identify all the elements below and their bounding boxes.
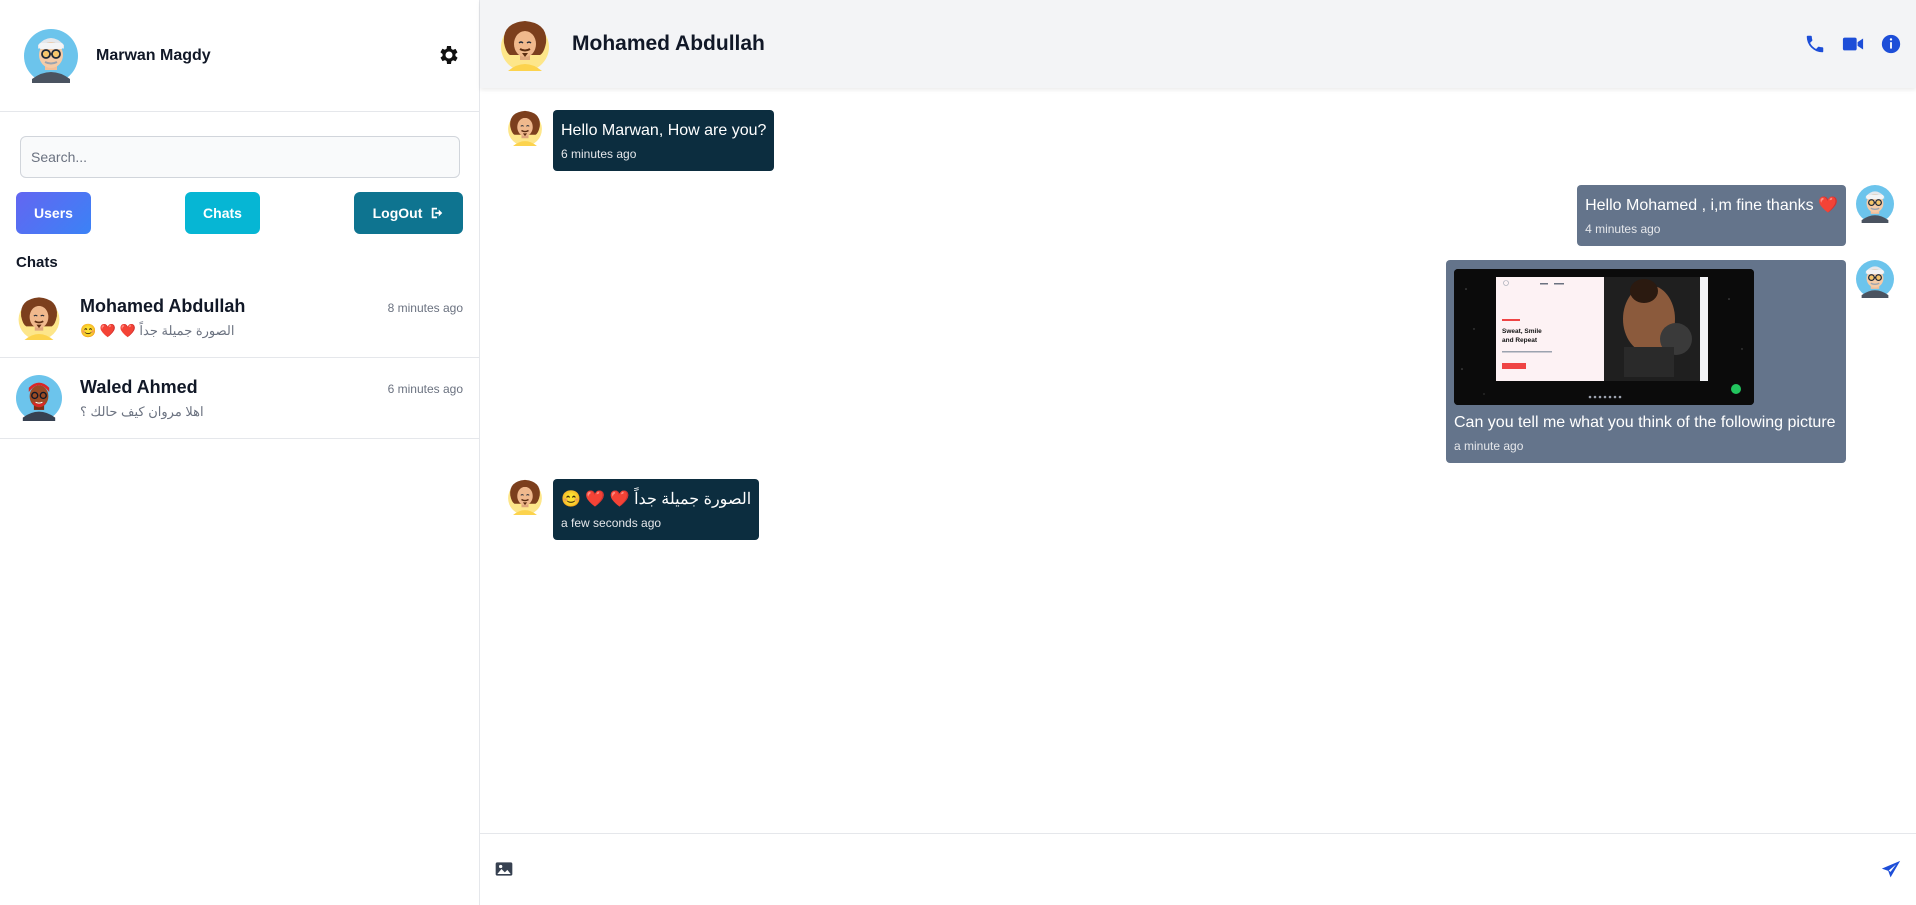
message-text: Hello Mohamed , i,m fine thanks ❤️	[1585, 197, 1838, 214]
contact-name: Mohamed Abdullah	[572, 32, 765, 55]
message-incoming: Hello Marwan, How are you? 6 minutes ago	[506, 108, 1894, 171]
gear-icon[interactable]	[437, 43, 463, 69]
sender-avatar	[506, 108, 544, 146]
message-bubble: Hello Marwan, How are you? 6 minutes ago	[553, 110, 775, 171]
chat-last-message: الصورة جميلة جداً ❤️ ❤️ 😊	[80, 322, 235, 338]
image-heading-line2: and Repeat	[1502, 337, 1538, 344]
message-outgoing: Hello Mohamed , i,m fine thanks ❤️ 4 min…	[506, 185, 1894, 246]
search-wrapper	[0, 112, 479, 192]
users-button[interactable]: Users	[16, 192, 91, 234]
search-input[interactable]	[20, 136, 460, 178]
chat-time: 8 minutes ago	[387, 300, 463, 315]
image-heading-line1: Sweat, Smile	[1502, 328, 1542, 335]
chat-info: Waled Ahmed 6 minutes ago اهلا مروان كيف…	[80, 377, 463, 420]
sender-avatar	[1856, 185, 1894, 223]
current-user-profile: Marwan Magdy	[0, 0, 479, 112]
chat-list-item[interactable]: Waled Ahmed 6 minutes ago اهلا مروان كيف…	[0, 358, 479, 439]
conversation-header: Mohamed Abdullah	[480, 0, 1916, 88]
chats-button[interactable]: Chats	[185, 192, 260, 234]
message-time: 6 minutes ago	[561, 147, 637, 161]
app: Marwan Magdy Users Chats LogOut Chats	[0, 0, 1916, 905]
phone-icon[interactable]	[1804, 33, 1826, 55]
sender-avatar	[506, 477, 544, 515]
chats-section-title: Chats	[16, 254, 58, 271]
header-actions	[1804, 33, 1902, 55]
message-incoming: الصورة جميلة جداً ❤️ ❤️ 😊 a few seconds …	[506, 477, 1894, 540]
message-bubble: Sweat, Smile and Repeat Can you tell me …	[1446, 260, 1846, 463]
message-text: Can you tell me what you think of the fo…	[1454, 414, 1836, 431]
chat-info: Mohamed Abdullah 8 minutes ago الصورة جم…	[80, 296, 463, 339]
message-text: الصورة جميلة جداً ❤️ ❤️ 😊	[561, 491, 752, 508]
chat-avatar	[16, 375, 62, 421]
message-time: a minute ago	[1454, 439, 1524, 453]
chat-list-item[interactable]: Mohamed Abdullah 8 minutes ago الصورة جم…	[0, 277, 479, 358]
sender-avatar	[1856, 260, 1894, 298]
chat-name: Waled Ahmed	[80, 376, 198, 397]
logout-icon	[430, 206, 444, 220]
message-image[interactable]: Sweat, Smile and Repeat	[1454, 269, 1754, 405]
video-icon[interactable]	[1842, 33, 1864, 55]
current-user-avatar[interactable]	[24, 29, 78, 83]
info-icon[interactable]	[1880, 33, 1902, 55]
message-outgoing: Sweat, Smile and Repeat Can you tell me …	[506, 260, 1894, 463]
message-time: a few seconds ago	[561, 516, 662, 530]
chat-name: Mohamed Abdullah	[80, 295, 246, 316]
message-composer	[480, 833, 1916, 905]
chat-avatar	[16, 294, 62, 340]
chat-last-message: اهلا مروان كيف حالك ؟	[80, 403, 204, 419]
current-user-name: Marwan Magdy	[96, 46, 211, 64]
logout-button[interactable]: LogOut	[354, 192, 463, 234]
send-icon[interactable]	[1880, 859, 1902, 881]
message-text: Hello Marwan, How are you?	[561, 122, 767, 139]
logout-label: LogOut	[372, 205, 423, 221]
conversation-panel: Mohamed Abdullah Hello Marwan, How are y…	[480, 0, 1916, 905]
image-icon[interactable]	[494, 859, 516, 881]
message-bubble: Hello Mohamed , i,m fine thanks ❤️ 4 min…	[1577, 185, 1846, 246]
chat-time: 6 minutes ago	[387, 381, 463, 396]
sidebar-buttons: Users Chats LogOut	[0, 192, 479, 234]
message-time: 4 minutes ago	[1585, 222, 1661, 236]
contact-avatar[interactable]	[498, 17, 552, 71]
message-list: Hello Marwan, How are you? 6 minutes ago…	[480, 88, 1916, 833]
sidebar: Marwan Magdy Users Chats LogOut Chats	[0, 0, 480, 905]
message-bubble: الصورة جميلة جداً ❤️ ❤️ 😊 a few seconds …	[553, 479, 760, 540]
